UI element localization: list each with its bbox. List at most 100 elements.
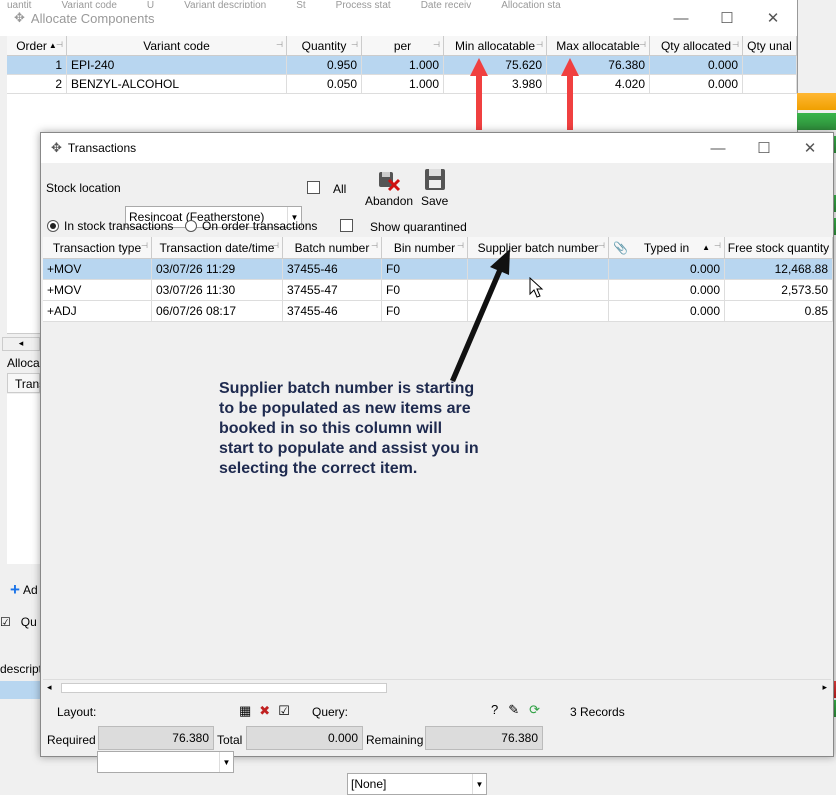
transactions-hscroll[interactable]: ◂ ▸ [43, 679, 831, 695]
cell-batch: 37455-46 [283, 259, 382, 279]
required-value: 76.380 [98, 726, 214, 750]
minimize-button[interactable]: — [695, 133, 741, 163]
move-icon: ✥ [14, 10, 25, 25]
radio-dot [185, 220, 197, 232]
save-icon [424, 169, 445, 190]
layout-tools: ▦ ✖ ☑ [239, 703, 290, 719]
cell-per: 1.000 [362, 56, 444, 74]
cell-typed-in: 0.000 [609, 301, 725, 321]
transactions-dialog: ✥ Transactions — ☐ ✕ Stock location Resi… [40, 132, 834, 795]
cell-datetime: 03/07/26 11:29 [152, 259, 283, 279]
table-row[interactable]: +ADJ 06/07/26 08:17 37455-46 F0 0.000 0.… [43, 301, 833, 322]
bg-selected-row[interactable] [0, 681, 40, 699]
move-icon: ✥ [51, 140, 62, 155]
col-qty-unallocated[interactable]: Qty unal [743, 36, 797, 55]
bg-hscroll-left[interactable]: ◂ [2, 337, 40, 351]
cell-free-qty: 2,573.50 [725, 280, 833, 300]
plus-icon: + [10, 580, 20, 599]
description-column-header: descripti [0, 662, 45, 676]
arrow-max-allocatable [561, 58, 579, 130]
abandon-button[interactable]: Abandon [365, 167, 413, 208]
table-row[interactable]: +MOV 03/07/26 11:30 37455-47 F0 0.000 2,… [43, 280, 833, 301]
remaining-value: 76.380 [425, 726, 543, 750]
layout-label: Layout: [57, 705, 97, 719]
col-variant-code[interactable]: Variant code ⊣ [67, 36, 287, 55]
status-bar-orange [797, 93, 836, 110]
table-row[interactable]: 1 EPI-240 0.950 1.000 75.620 76.380 0.00… [7, 56, 797, 75]
col-batch-number[interactable]: Batch number ⊣ [283, 237, 382, 258]
cell-typed-in: 0.000 [609, 259, 725, 279]
annotation-text: Supplier batch number is starting to be … [219, 380, 479, 477]
col-typed-in[interactable]: 📎 Typed in ▲ ⊣ [609, 237, 725, 258]
window-title: Allocate Components [30, 10, 155, 26]
refresh-icon[interactable]: ⟳ [529, 702, 540, 718]
chevron-down-icon: ▼ [472, 774, 486, 794]
on-order-radio[interactable]: On order transactions [185, 219, 317, 233]
abandon-icon [379, 172, 401, 192]
arrow-supplier-batch [450, 249, 510, 382]
trans-column-header: Trans [7, 373, 45, 393]
table-row[interactable]: +MOV 03/07/26 11:29 37455-46 F0 0.000 12… [43, 259, 833, 280]
cell-unallocated [743, 75, 797, 93]
scroll-thumb[interactable] [61, 683, 387, 693]
col-qty-allocated[interactable]: Qty allocated ⊣ [650, 36, 743, 55]
checklist-icon: ☑ [0, 615, 11, 629]
cell-type: +MOV [43, 280, 152, 300]
show-quarantined-label: Show quarantined [370, 220, 467, 234]
scroll-left-icon[interactable]: ◂ [47, 682, 52, 693]
status-bar-green [797, 113, 836, 130]
cell-per: 1.000 [362, 75, 444, 93]
all-label: All [333, 182, 347, 196]
required-label: Required [47, 733, 96, 747]
remaining-label: Remaining [366, 733, 424, 747]
show-quarantined-checkbox[interactable] [340, 219, 353, 232]
dialog-title: Transactions [67, 141, 137, 155]
total-value: 0.000 [246, 726, 363, 750]
cell-variant: BENZYL-ALCOHOL [67, 75, 287, 93]
stock-location-label: Stock location [46, 181, 121, 195]
add-button[interactable]: + Ad [10, 580, 38, 600]
cell-order: 2 [7, 75, 67, 93]
red-arrows [470, 58, 579, 130]
query-tools: ? ✎ ⟳ [491, 702, 540, 718]
layout-delete-icon[interactable]: ✖ [259, 703, 270, 719]
all-checkbox[interactable] [307, 181, 320, 194]
query-help-icon[interactable]: ? [491, 702, 498, 718]
cell-order: 1 [7, 56, 67, 74]
query-edit-icon[interactable]: ✎ [508, 702, 519, 718]
col-quantity[interactable]: Quantity ⊣ [287, 36, 362, 55]
allocations-grid-body [7, 394, 40, 564]
chevron-down-icon: ▼ [219, 752, 233, 772]
scroll-right-icon[interactable]: ▸ [822, 682, 827, 693]
in-stock-radio[interactable]: In stock transactions [47, 219, 173, 233]
cell-datetime: 03/07/26 11:30 [152, 280, 283, 300]
allocations-label: Alloca [7, 356, 40, 370]
col-transaction-type[interactable]: Transaction type ⊣ [43, 237, 152, 258]
col-order[interactable]: Order ▲ ⊣ [7, 36, 67, 55]
save-button[interactable]: Save [421, 167, 448, 208]
col-free-stock-quantity[interactable]: Free stock quantity [725, 237, 833, 258]
behind-header-strip: uantit Variant code U Variant descriptio… [7, 0, 561, 8]
query-select[interactable]: [None] ▼ [347, 773, 487, 795]
transactions-title-bar: ✥ Transactions — ☐ ✕ [41, 133, 833, 163]
table-row[interactable]: 2 BENZYL-ALCOHOL 0.050 1.000 3.980 4.020… [7, 75, 797, 94]
close-button[interactable]: ✕ [787, 133, 833, 163]
cell-type: +MOV [43, 259, 152, 279]
cell-allocated: 0.000 [650, 56, 743, 74]
col-per[interactable]: per ⊣ [362, 36, 444, 55]
mouse-cursor-icon [529, 277, 544, 298]
cell-quantity: 0.050 [287, 75, 362, 93]
layout-select[interactable]: ▼ [97, 751, 234, 773]
cell-free-qty: 12,468.88 [725, 259, 833, 279]
layout-save-icon[interactable]: ▦ [239, 703, 251, 719]
cell-unallocated [743, 56, 797, 74]
cell-batch: 37455-46 [283, 301, 382, 321]
transactions-grid-header: Transaction type ⊣ Transaction date/time ⊣… [43, 237, 833, 259]
query-fragment: ☑ Qu [0, 615, 37, 629]
maximize-button[interactable]: ☐ [741, 133, 787, 163]
col-transaction-date[interactable]: Transaction date/time ⊣ [152, 237, 283, 258]
paperclip-icon: 📎 [613, 240, 628, 255]
layout-check-icon[interactable]: ☑ [278, 703, 290, 719]
radio-dot [47, 220, 59, 232]
total-label: Total [217, 733, 243, 747]
